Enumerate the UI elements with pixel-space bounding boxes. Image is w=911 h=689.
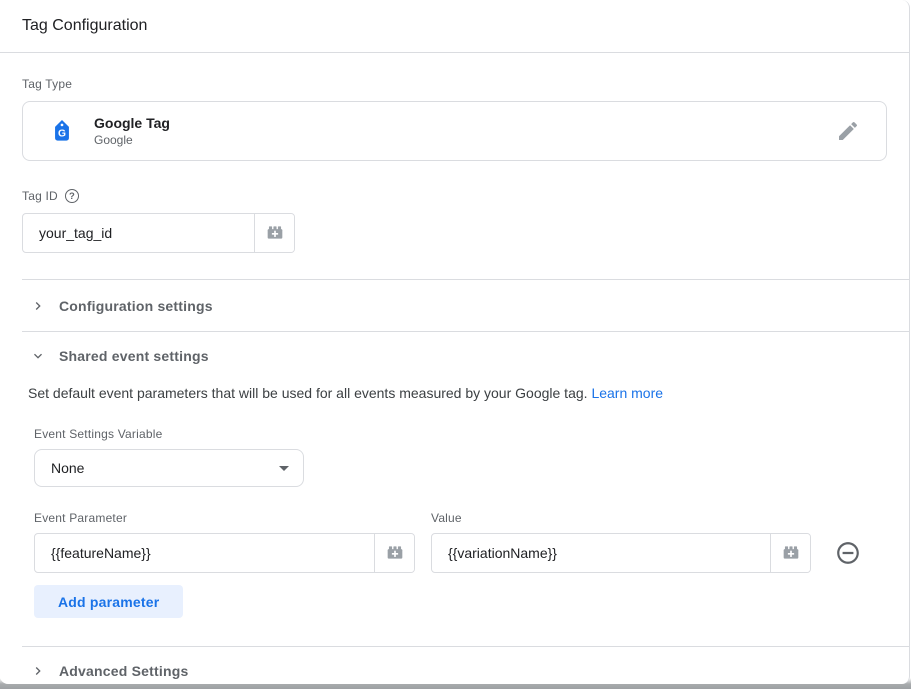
- dropdown-arrow-icon: [279, 466, 289, 471]
- section-configuration-settings[interactable]: Configuration settings: [0, 280, 909, 331]
- svg-text:G: G: [58, 129, 66, 140]
- section-label: Configuration settings: [59, 298, 213, 314]
- value-label: Value: [431, 511, 811, 525]
- tag-type-card[interactable]: G Google Tag Google: [22, 101, 887, 161]
- event-settings-variable-label: Event Settings Variable: [34, 427, 887, 441]
- chevron-right-icon: [30, 663, 46, 679]
- tag-type-label: Tag Type: [22, 77, 887, 91]
- value-column: Value: [431, 511, 811, 573]
- panel-content: Tag Type G Google Tag Google: [0, 77, 909, 253]
- help-icon[interactable]: ?: [65, 189, 79, 203]
- remove-circle-icon: [835, 554, 861, 569]
- learn-more-link[interactable]: Learn more: [591, 385, 663, 401]
- section-advanced-settings[interactable]: Advanced Settings: [0, 647, 909, 684]
- tag-type-vendor: Google: [94, 133, 836, 148]
- section-label: Shared event settings: [59, 348, 209, 364]
- event-parameter-variable-picker-button[interactable]: [374, 534, 414, 572]
- value-variable-picker-button[interactable]: [770, 534, 810, 572]
- tag-id-label-row: Tag ID ?: [22, 189, 887, 203]
- event-settings-variable-select[interactable]: None: [34, 449, 304, 487]
- brick-plus-icon: [264, 221, 286, 246]
- chevron-right-icon: [30, 298, 46, 314]
- pencil-icon: [836, 131, 860, 146]
- edit-tag-type-button[interactable]: [836, 119, 860, 143]
- value-input-group: [431, 533, 811, 573]
- shared-event-settings-body: Set default event parameters that will b…: [0, 385, 909, 646]
- event-parameter-input[interactable]: [35, 534, 374, 572]
- section-shared-event-settings[interactable]: Shared event settings: [0, 332, 909, 379]
- event-parameter-label: Event Parameter: [34, 511, 415, 525]
- brick-plus-icon: [780, 541, 802, 566]
- tag-id-input-group: [22, 213, 295, 253]
- description-text: Set default event parameters that will b…: [28, 385, 591, 401]
- tag-configuration-panel: Tag Configuration Tag Type G Google Tag …: [0, 0, 910, 684]
- panel-header: Tag Configuration: [0, 0, 909, 53]
- tag-id-input[interactable]: [23, 214, 254, 252]
- tag-type-name: Google Tag: [94, 115, 836, 132]
- chevron-down-icon: [30, 348, 46, 364]
- add-parameter-button[interactable]: Add parameter: [34, 585, 183, 618]
- event-parameter-column: Event Parameter: [34, 511, 415, 573]
- value-input[interactable]: [432, 534, 770, 572]
- section-label: Advanced Settings: [59, 663, 188, 679]
- select-value: None: [51, 460, 279, 476]
- tag-type-info: Google Tag Google: [94, 115, 836, 148]
- google-tag-icon: G: [49, 118, 75, 144]
- page-title: Tag Configuration: [22, 17, 147, 35]
- shared-settings-description: Set default event parameters that will b…: [28, 385, 887, 401]
- brick-plus-icon: [384, 541, 406, 566]
- tag-id-label: Tag ID: [22, 189, 58, 203]
- parameter-row: Event Parameter: [34, 511, 887, 573]
- tag-id-variable-picker-button[interactable]: [254, 214, 294, 252]
- remove-parameter-button[interactable]: [835, 540, 861, 566]
- event-parameter-input-group: [34, 533, 415, 573]
